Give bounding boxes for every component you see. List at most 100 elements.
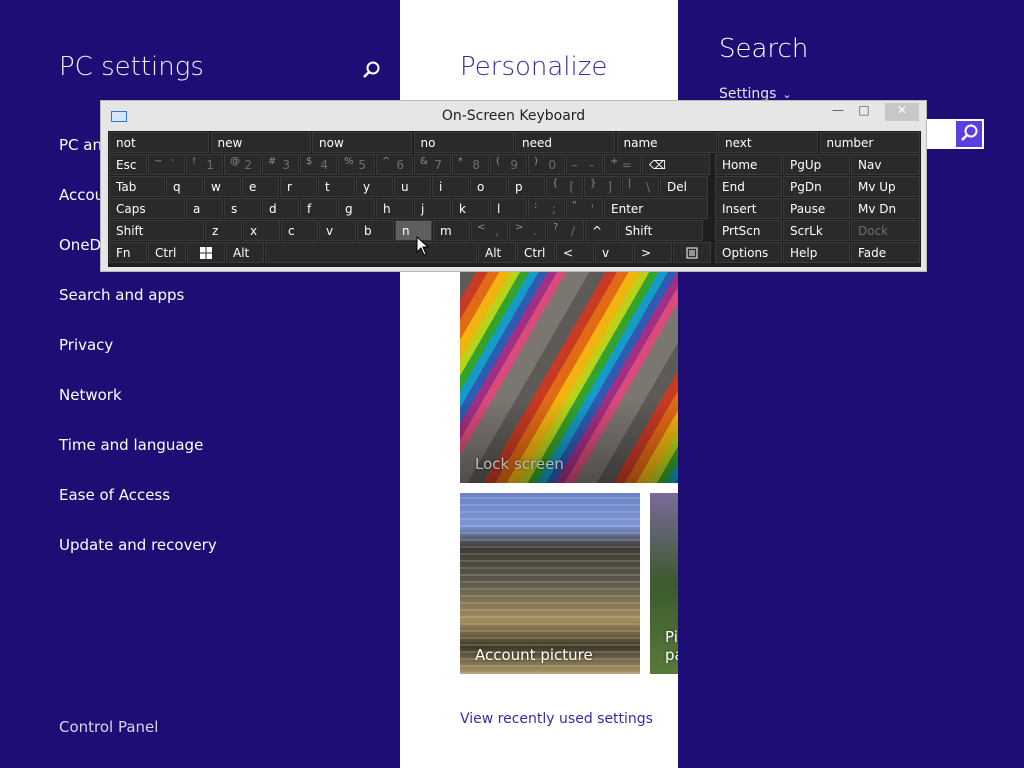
key-left-arrow[interactable]: < [556, 242, 594, 263]
search-icon[interactable] [360, 60, 382, 82]
key-tab[interactable]: Tab [109, 176, 165, 197]
key-backspace[interactable]: ⌫ [642, 154, 710, 175]
space-bar[interactable] [265, 242, 477, 263]
key-x[interactable]: x [243, 220, 280, 241]
key-8[interactable]: * 8 [452, 154, 489, 175]
key-u[interactable]: u [394, 176, 431, 197]
key-fn[interactable]: Fn [109, 242, 147, 263]
key-6[interactable]: ^ 6 [376, 154, 413, 175]
key-q[interactable]: q [166, 176, 203, 197]
key-symbol[interactable]: | \ [622, 176, 659, 197]
prediction-need[interactable]: need [515, 132, 615, 153]
key-4[interactable]: $4 [300, 154, 337, 175]
key-o[interactable]: o [470, 176, 507, 197]
prediction-new[interactable]: new [210, 132, 311, 153]
key-mv-dn[interactable]: Mv Dn [851, 198, 920, 219]
key-0[interactable]: ) 0 [528, 154, 565, 175]
key-1[interactable]: ! 1 [186, 154, 223, 175]
key-nav[interactable]: Nav [851, 154, 920, 175]
key-symbol[interactable]: + = [604, 154, 641, 175]
key-fade[interactable]: Fade [851, 242, 920, 263]
key-a[interactable]: a [186, 198, 223, 219]
key-home[interactable]: Home [715, 154, 782, 175]
key-dock[interactable]: Dock [851, 220, 920, 241]
key-pgup[interactable]: PgUp [783, 154, 850, 175]
key-r[interactable]: r [280, 176, 317, 197]
key-down-arrow[interactable]: v [319, 220, 356, 241]
nav-item-network[interactable]: Network [59, 386, 122, 404]
key-symbol[interactable]: <, [471, 220, 508, 241]
picture-password-tile[interactable]: Picture password [650, 493, 678, 674]
key-m[interactable]: m [433, 220, 470, 241]
account-picture-tile[interactable]: Account picture [460, 493, 640, 674]
key-prtscn[interactable]: PrtScn [715, 220, 782, 241]
key-y[interactable]: y [356, 176, 393, 197]
key-ctrl[interactable]: Ctrl [517, 242, 555, 263]
key-h[interactable]: h [376, 198, 413, 219]
key-k[interactable]: k [452, 198, 489, 219]
key-esc[interactable]: Esc [109, 154, 147, 175]
on-screen-keyboard-window[interactable]: On-Screen Keyboard — □ ✕ not new now no need… [100, 100, 927, 272]
key-help[interactable]: Help [783, 242, 850, 263]
key-symbol[interactable]: :; [528, 198, 565, 219]
key-up-arrow[interactable]: ^ [585, 220, 617, 241]
prediction-next[interactable]: next [718, 132, 818, 153]
key-options[interactable]: Options [715, 242, 782, 263]
key-symbol[interactable]: ? / [547, 220, 584, 241]
key-symbol[interactable]: >. [509, 220, 546, 241]
key-g[interactable]: g [338, 198, 375, 219]
maximize-button[interactable]: □ [853, 103, 875, 121]
nav-item-update-and-recovery[interactable]: Update and recovery [59, 536, 217, 554]
key-ctrl[interactable]: Ctrl [148, 242, 186, 263]
nav-item-privacy[interactable]: Privacy [59, 336, 113, 354]
key-pause[interactable]: Pause [783, 198, 850, 219]
key-j[interactable]: j [414, 198, 451, 219]
key-down-arrow[interactable]: v [595, 242, 633, 263]
key-del[interactable]: Del [660, 176, 708, 197]
key-right-arrow[interactable]: > [634, 242, 672, 263]
key-end[interactable]: End [715, 176, 782, 197]
key-5[interactable]: % 5 [338, 154, 375, 175]
key-3[interactable]: #3 [262, 154, 299, 175]
key-caps[interactable]: Caps [109, 198, 185, 219]
menu-key[interactable] [673, 242, 711, 263]
key-pgdn[interactable]: PgDn [783, 176, 850, 197]
key-7[interactable]: & 7 [414, 154, 451, 175]
prediction-number[interactable]: number [819, 132, 920, 153]
view-recent-settings-link[interactable]: View recently used settings [460, 711, 653, 727]
control-panel-link[interactable]: Control Panel [59, 718, 158, 736]
key-s[interactable]: s [224, 198, 261, 219]
close-button[interactable]: ✕ [885, 103, 919, 121]
prediction-not[interactable]: not [109, 132, 209, 153]
nav-item-search-and-apps[interactable]: Search and apps [59, 286, 184, 304]
key-symbol[interactable]: " ' [566, 198, 603, 219]
key-symbol[interactable]: _ - [566, 154, 603, 175]
lock-screen-tile[interactable]: Lock screen [460, 272, 678, 483]
key-symbol[interactable]: ~ ` [148, 154, 185, 175]
key-2[interactable]: @2 [224, 154, 261, 175]
key-mv-up[interactable]: Mv Up [851, 176, 920, 197]
key-shift[interactable]: Shift [618, 220, 703, 241]
key-d[interactable]: d [262, 198, 299, 219]
key-i[interactable]: i [432, 176, 469, 197]
nav-item-time-and-language[interactable]: Time and language [59, 436, 203, 454]
key-scrlk[interactable]: ScrLk [783, 220, 850, 241]
key-symbol[interactable]: {[ [546, 176, 583, 197]
key-alt[interactable]: Alt [226, 242, 264, 263]
key-shift[interactable]: Shift [109, 220, 204, 241]
key-e[interactable]: e [242, 176, 279, 197]
key-c[interactable]: c [281, 220, 318, 241]
osk-title-bar[interactable]: On-Screen Keyboard — □ ✕ [101, 101, 926, 131]
key-z[interactable]: z [205, 220, 242, 241]
windows-key[interactable] [187, 242, 225, 263]
key-enter[interactable]: Enter [604, 198, 708, 219]
key-alt[interactable]: Alt [478, 242, 516, 263]
key-l[interactable]: l [490, 198, 527, 219]
minimize-button[interactable]: — [827, 103, 849, 121]
key-f[interactable]: f [300, 198, 337, 219]
key-symbol[interactable]: }] [584, 176, 621, 197]
key-t[interactable]: t [318, 176, 355, 197]
prediction-no[interactable]: no [413, 132, 514, 153]
prediction-name[interactable]: name [616, 132, 717, 153]
prediction-now[interactable]: now [312, 132, 412, 153]
